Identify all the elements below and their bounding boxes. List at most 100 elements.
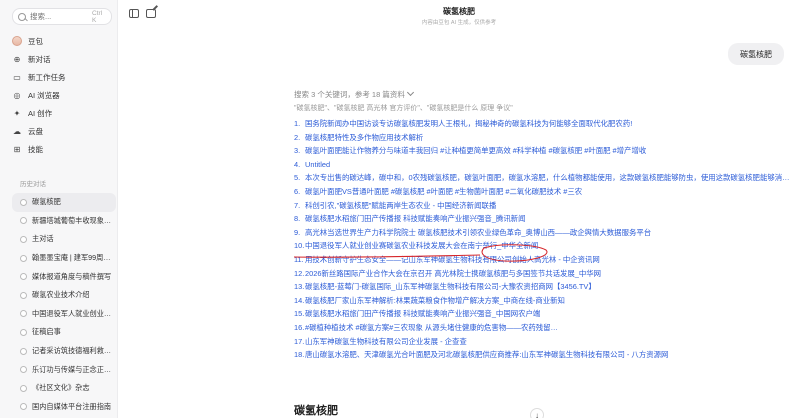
reference-item[interactable]: 5. 本次专出售的碳达峰，碳中和，0农残碳氢核肥，碳氢叶面肥，碳氢水溶肥，什么植物… [294,172,794,186]
chevron-down-icon [406,88,414,97]
history-item[interactable]: 碳氢核肥 [12,193,116,212]
reference-link[interactable]: 2026新丝路国际产业合作大会在京召开 高光林院士携碳氢核肥与多国签节共话发展_… [305,268,601,279]
chat-icon [20,235,27,243]
reference-link[interactable]: #碳植种植技术 #碳氢方案#三农现象 从源头堵住健康的危害物——农药残留… [305,322,558,333]
sidebar-item-ai-browser[interactable]: ◎ AI 浏览器 [12,86,112,104]
briefcase-icon: ▭ [13,72,21,82]
reference-number: 18. [294,350,305,360]
reference-link[interactable]: 碳氢核肥-蓝莓门-碳氢国际_山东军神碳氢生物科技有限公司-大豫农资招商网【345… [305,281,596,292]
browser-icon: ◎ [13,90,21,100]
history-item[interactable]: 国内自媒体平台注册指南 [12,398,116,417]
reference-item[interactable]: 13. 碳氢核肥-蓝莓门-碳氢国际_山东军神碳氢生物科技有限公司-大豫农资招商网【… [294,281,794,295]
reference-item[interactable]: 15. 碳氢核肥水稻旅门田产传播报 科技赋能奏响产业振兴强音_中国网农户端 [294,308,794,322]
reference-number: 2. [294,132,301,142]
reference-item[interactable]: 2. 碳氢核肥特性及多作物应用技术解析 [294,132,794,146]
reference-item[interactable]: 18. 唐山碳氢水溶肥、天津碳氢光合叶面肥及河北碳氢核肥供应商推荐:山东军神碳氢生… [294,349,794,363]
reference-item[interactable]: 11. 用技术创新守护生态安全——记山东军神碳氢生物科技有限公司创始人高光林 - … [294,254,794,268]
history-item[interactable]: 征稿启事 [12,323,116,342]
reference-link[interactable]: 碳氢叶面肥VS普通叶面肥 #碳氢核肥 #叶面肥 #生物菌叶面肥 #二氧化碳肥技术… [305,186,582,197]
chat-icon [20,347,27,355]
chat-icon [20,254,27,262]
history-title: 历史对话 [20,181,46,188]
reference-item[interactable]: 17. 山东军神碳氢生物科技有限公司企业发展 - 企查查 [294,336,794,350]
reference-number: 13. [294,282,305,292]
reference-number: 16. [294,322,305,332]
scroll-down-icon[interactable]: ↓ [530,408,544,418]
history-item-label: 媒体报道角度与稿件撰写 [32,271,112,281]
history-item[interactable]: 媒体报道角度与稿件撰写 [12,267,116,286]
reference-item[interactable]: 12. 2026新丝路国际产业合作大会在京召开 高光林院士携碳氢核肥与多国签节共话… [294,268,794,282]
history-item-label: 中国退役军人就业创业… [32,308,112,318]
reference-link[interactable]: 本次专出售的碳达峰，碳中和，0农残碳氢核肥，碳氢叶面肥，碳氢水溶肥，什么植物都能… [305,172,794,183]
reference-item[interactable]: 3. 碳氢叶面肥能让作物养分与味道丰我回归 #让种植更简单更高效 #科学种植 #碳… [294,145,794,159]
reference-link[interactable]: 山东军神碳氢生物科技有限公司企业发展 - 企查查 [305,336,467,347]
reference-number: 4. [294,159,301,169]
grid-icon: ⊞ [13,144,21,154]
reference-link[interactable]: 唐山碳氢水溶肥、天津碳氢光合叶面肥及河北碳氢核肥供应商推荐:山东军神碳氢生物科技… [305,349,668,360]
sidebar-item-label: 豆包 [28,36,43,46]
chat-icon [20,273,27,281]
chat-icon [20,403,27,411]
reference-item[interactable]: 6. 碳氢叶面肥VS普通叶面肥 #碳氢核肥 #叶面肥 #生物菌叶面肥 #二氧化碳肥… [294,186,794,200]
sidebar-search[interactable]: Ctrl K [12,8,112,25]
sidebar-item-skills[interactable]: ⊞ 技能 [12,140,112,158]
history-item[interactable]: 碳氢农业技术介绍 [12,286,116,305]
sidebar: Ctrl K 豆包 ⊕ 新对话 ▭ 新工作任务 ◎ AI 浏览器 ✦ AI 创作… [0,0,118,418]
chat-icon [20,291,27,299]
sidebar-item-cloud[interactable]: ☁ 云盘 [12,122,112,140]
reference-number: 10. [294,241,305,251]
sidebar-item-label: AI 创作 [28,108,53,118]
reference-link[interactable]: 碳氢叶面肥能让作物养分与味道丰我回归 #让种植更简单更高效 #科学种植 #碳氢核… [305,145,646,156]
history-item[interactable]: 《社区文化》杂志 [12,379,116,398]
history-item[interactable]: 记者采访筑技德福利救… [12,342,116,361]
chat-icon [20,217,27,225]
reference-number: 11. [294,254,304,264]
reference-link[interactable]: Untitled [305,159,330,170]
reference-number: 3. [294,146,301,156]
history-item-label: 碳氢农业技术介绍 [32,290,90,300]
reference-link[interactable]: 碳氢核肥水稻旅门田产传播报 科技赋能奏响产业振兴强音_腾讯新闻 [305,213,526,224]
reference-link[interactable]: 碳氢核肥水稻旅门田产传播报 科技赋能奏响产业振兴强音_中国网农户端 [305,308,540,319]
history-item[interactable]: 主对话 [12,230,116,249]
reference-link[interactable]: 用技术创新守护生态安全——记山东军神碳氢生物科技有限公司创始人高光林 - 中企资… [305,254,600,265]
reference-link[interactable]: 中国退役军人就业创业赛碳氢农业科技发展大会在南宁举行_中华全新闻 [305,240,538,251]
sidebar-item-new-chat[interactable]: ⊕ 新对话 [12,50,112,68]
reference-item[interactable]: 14. 碳氢核肥厂家山东军神解析:林果蔬菜粮食作物增产解决方案_中商在线-商业新知 [294,295,794,309]
page-subtitle: 内容由豆包 AI 生成，仅供参考 [421,20,497,26]
reference-number: 5. [294,173,301,183]
history-item-label: 新疆塔城葡萄丰收现象… [32,215,112,225]
cloud-icon: ☁ [13,126,21,136]
avatar-icon [12,36,22,46]
reference-item[interactable]: 4. Untitled [294,159,794,173]
reference-list: 1. 国务院新闻办中国访谈专访碳氢核肥发明人王根礼，揭秘神奇的碳氢科技为何能够全面… [294,118,794,363]
reference-item[interactable]: 16. #碳植种植技术 #碳氢方案#三农现象 从源头堵住健康的危害物——农药残留… [294,322,794,336]
sidebar-item-ai-create[interactable]: ✦ AI 创作 [12,104,112,122]
reference-number: 7. [294,200,301,210]
history-item[interactable]: 新疆塔城葡萄丰收现象… [12,212,116,231]
history-item[interactable]: 翰墨墨宝庵 | 建军99周… [12,249,116,268]
search-shortcut: Ctrl K [92,9,103,24]
reference-item[interactable]: 1. 国务院新闻办中国访谈专访碳氢核肥发明人王根礼，揭秘神奇的碳氢科技为何能够全面… [294,118,794,132]
reference-item[interactable]: 10. 中国退役军人就业创业赛碳氢农业科技发展大会在南宁举行_中华全新闻 [294,240,794,254]
sidebar-nav: 豆包 ⊕ 新对话 ▭ 新工作任务 ◎ AI 浏览器 ✦ AI 创作 ☁ 云盘 ⊞… [12,32,112,158]
reference-link[interactable]: 碳氢核肥特性及多作物应用技术解析 [305,132,423,143]
search-queries: "碳氢核肥"、"碳氢核肥 高光林 官方评价"、"碳氢核肥是什么 原理 争议" [294,105,513,112]
sidebar-item-new-task[interactable]: ▭ 新工作任务 [12,68,112,86]
reference-link[interactable]: 高光林当选世界生产力科学院院士 碳氢核肥技术引领农业绿色革命_奥博山西——政企舆… [305,227,651,238]
history-item-label: 《社区文化》杂志 [32,383,90,393]
search-summary[interactable]: 搜索 3 个关键词，参考 18 篇资料 [294,88,414,100]
reference-item[interactable]: 8. 碳氢核肥水稻旅门田产传播报 科技赋能奏响产业振兴强音_腾讯新闻 [294,213,794,227]
search-input[interactable] [30,12,92,21]
sidebar-item-doubao[interactable]: 豆包 [12,32,112,50]
chat-icon [20,328,27,336]
reference-link[interactable]: 碳氢核肥厂家山东军神解析:林果蔬菜粮食作物增产解决方案_中商在线-商业新知 [305,295,565,306]
history-item[interactable]: 中国退役军人就业创业… [12,305,116,324]
reference-item[interactable]: 7. 科创引农,"碳氢核肥"赋能两岸生态农业 - 中国经济新闻联播 [294,200,794,214]
sidebar-item-label: 新工作任务 [28,72,66,82]
history-item-label: 乐订功与传媒与正念正… [32,364,112,374]
history-item-label: 征稿启事 [32,327,61,337]
reference-item[interactable]: 9. 高光林当选世界生产力科学院院士 碳氢核肥技术引领农业绿色革命_奥博山西——政… [294,227,794,241]
reference-link[interactable]: 科创引农,"碳氢核肥"赋能两岸生态农业 - 中国经济新闻联播 [305,200,496,211]
reference-link[interactable]: 国务院新闻办中国访谈专访碳氢核肥发明人王根礼，揭秘神奇的碳氢科技为何能够全面取代… [305,118,632,129]
history-item[interactable]: 乐订功与传媒与正念正… [12,360,116,379]
